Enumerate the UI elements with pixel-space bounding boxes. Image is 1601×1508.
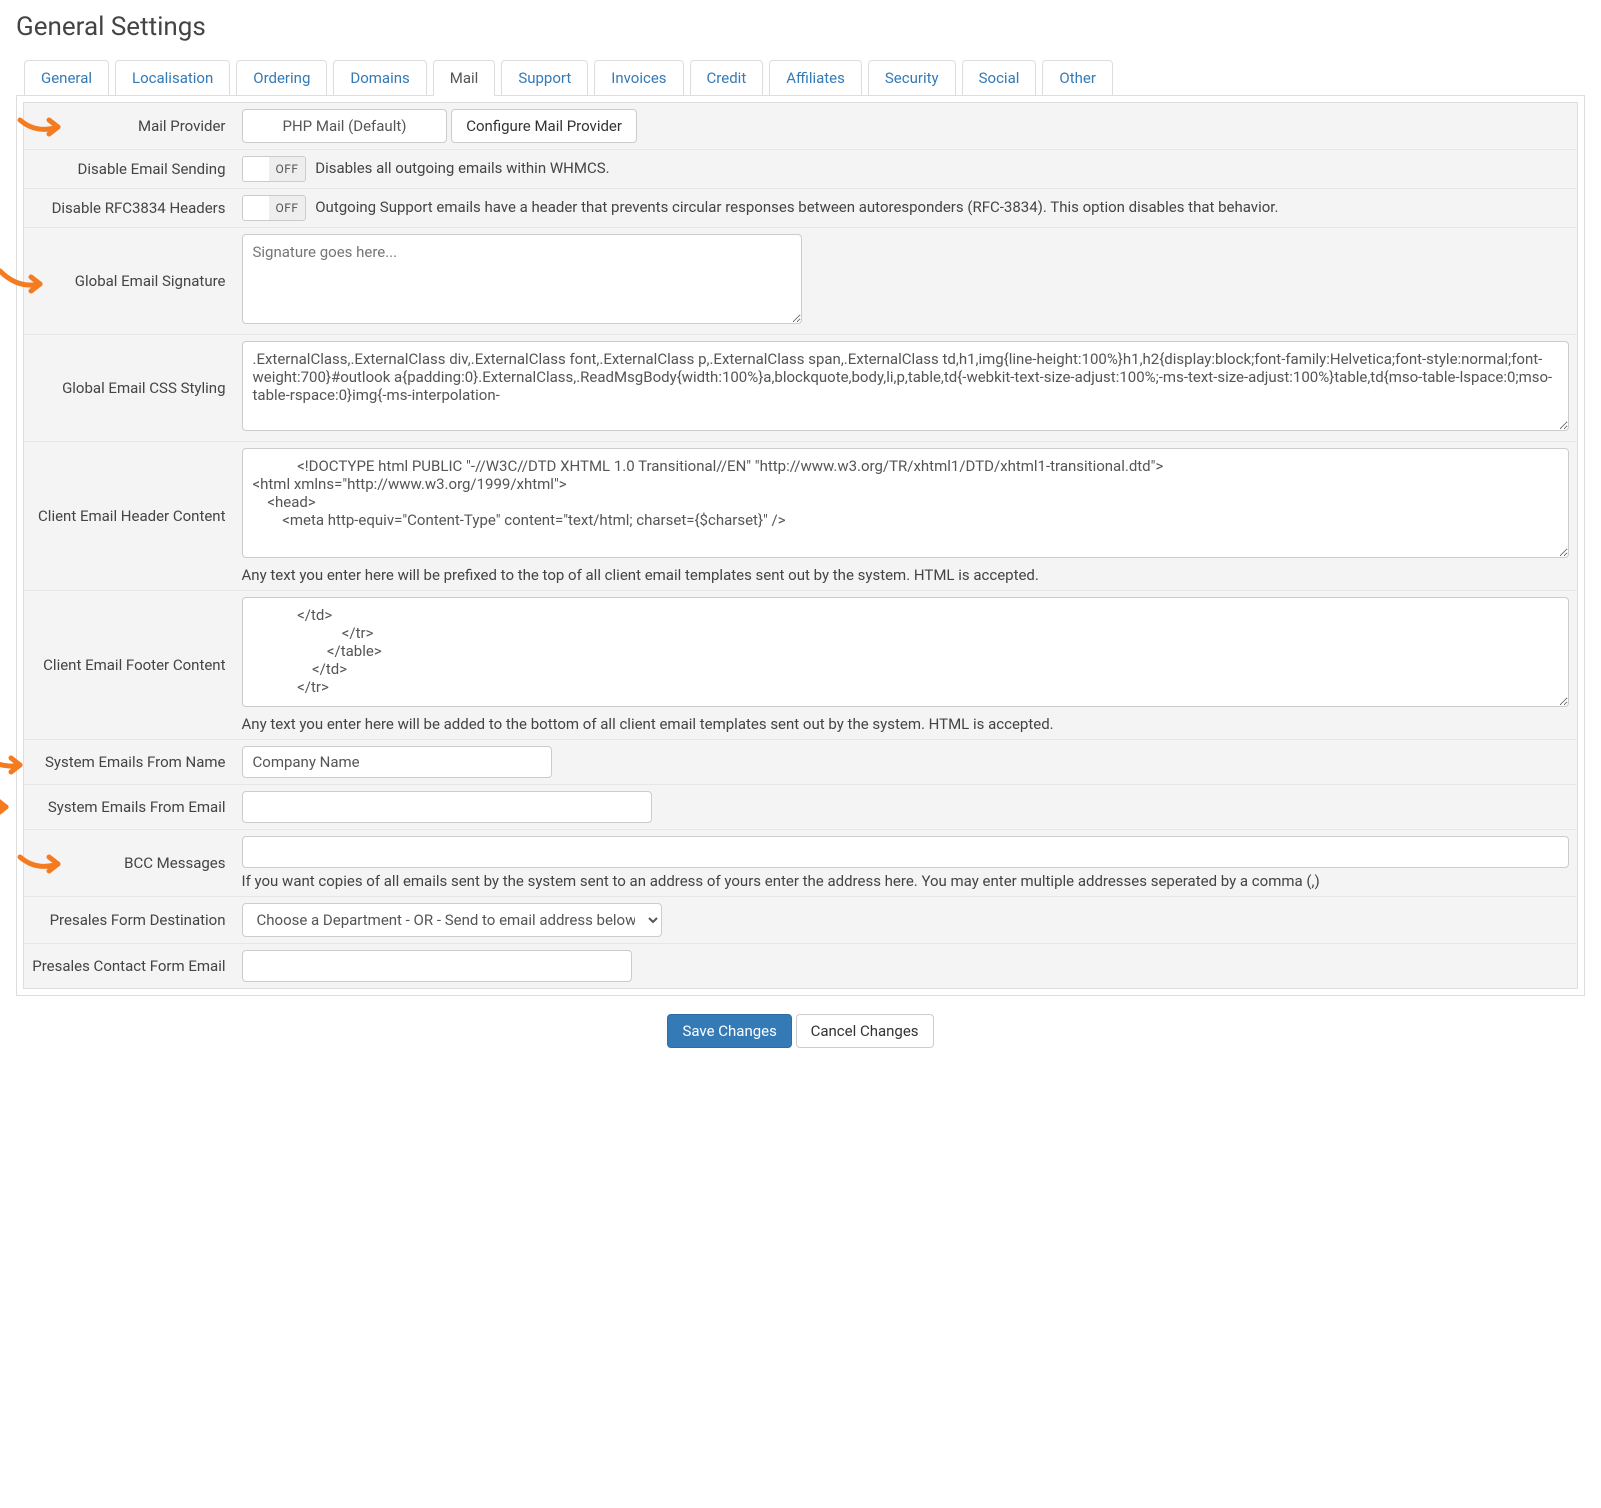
tab-support[interactable]: Support (501, 60, 588, 96)
tab-security[interactable]: Security (868, 60, 956, 96)
bcc-messages-label: BCC Messages (124, 854, 225, 872)
page-title: General Settings (16, 12, 1585, 42)
disable-email-sending-label: Disable Email Sending (78, 160, 226, 178)
tab-mail[interactable]: Mail (433, 60, 496, 96)
presales-form-destination-select[interactable]: Choose a Department - OR - Send to email… (242, 903, 662, 937)
arrow-icon (0, 267, 56, 295)
disable-email-sending-desc: Disables all outgoing emails within WHMC… (315, 159, 609, 177)
arrow-icon (0, 748, 36, 776)
tab-social[interactable]: Social (962, 60, 1037, 96)
tab-other[interactable]: Other (1042, 60, 1113, 96)
bcc-messages-helper: If you want copies of all emails sent by… (242, 872, 1570, 890)
system-emails-from-email-input[interactable] (242, 791, 652, 823)
mail-settings-panel: Mail Provider PHP Mail (Default) Configu… (16, 95, 1585, 996)
tab-ordering[interactable]: Ordering (236, 60, 327, 96)
disable-rfc-headers-label: Disable RFC3834 Headers (52, 199, 226, 217)
global-email-css-label: Global Email CSS Styling (62, 379, 225, 397)
presales-contact-form-email-input[interactable] (242, 950, 632, 982)
mail-provider-label: Mail Provider (138, 117, 226, 135)
client-email-header-helper: Any text you enter here will be prefixed… (242, 566, 1570, 584)
client-email-header-label: Client Email Header Content (38, 507, 225, 525)
arrow-icon (0, 796, 22, 818)
presales-contact-form-email-label: Presales Contact Form Email (32, 957, 225, 975)
disable-rfc-headers-desc: Outgoing Support emails have a header th… (315, 198, 1278, 216)
cancel-changes-button[interactable]: Cancel Changes (796, 1014, 934, 1048)
global-email-signature-label: Global Email Signature (75, 272, 226, 290)
arrow-icon (16, 112, 76, 140)
mail-provider-value: PHP Mail (Default) (242, 109, 448, 143)
disable-email-sending-toggle[interactable]: OFF (242, 156, 306, 182)
client-email-footer-textarea[interactable] (242, 597, 1570, 707)
tab-invoices[interactable]: Invoices (594, 60, 683, 96)
client-email-footer-label: Client Email Footer Content (43, 656, 225, 674)
system-emails-from-email-label: System Emails From Email (48, 798, 226, 816)
tab-localisation[interactable]: Localisation (115, 60, 230, 96)
save-changes-button[interactable]: Save Changes (667, 1014, 791, 1048)
system-emails-from-name-label: System Emails From Name (45, 753, 226, 771)
tab-general[interactable]: General (24, 60, 109, 96)
settings-tabs: GeneralLocalisationOrderingDomainsMailSu… (16, 60, 1585, 96)
configure-mail-provider-button[interactable]: Configure Mail Provider (451, 109, 637, 143)
disable-rfc-headers-toggle[interactable]: OFF (242, 195, 306, 221)
tab-affiliates[interactable]: Affiliates (769, 60, 862, 96)
tab-credit[interactable]: Credit (690, 60, 764, 96)
tab-domains[interactable]: Domains (333, 60, 426, 96)
form-actions: Save Changes Cancel Changes (16, 1014, 1585, 1048)
client-email-header-textarea[interactable] (242, 448, 1570, 558)
bcc-messages-input[interactable] (242, 836, 1570, 868)
arrow-icon (16, 849, 76, 877)
global-email-css-textarea[interactable] (242, 341, 1570, 431)
system-emails-from-name-input[interactable] (242, 746, 552, 778)
presales-form-destination-label: Presales Form Destination (50, 911, 226, 929)
global-email-signature-textarea[interactable] (242, 234, 802, 324)
client-email-footer-helper: Any text you enter here will be added to… (242, 715, 1570, 733)
